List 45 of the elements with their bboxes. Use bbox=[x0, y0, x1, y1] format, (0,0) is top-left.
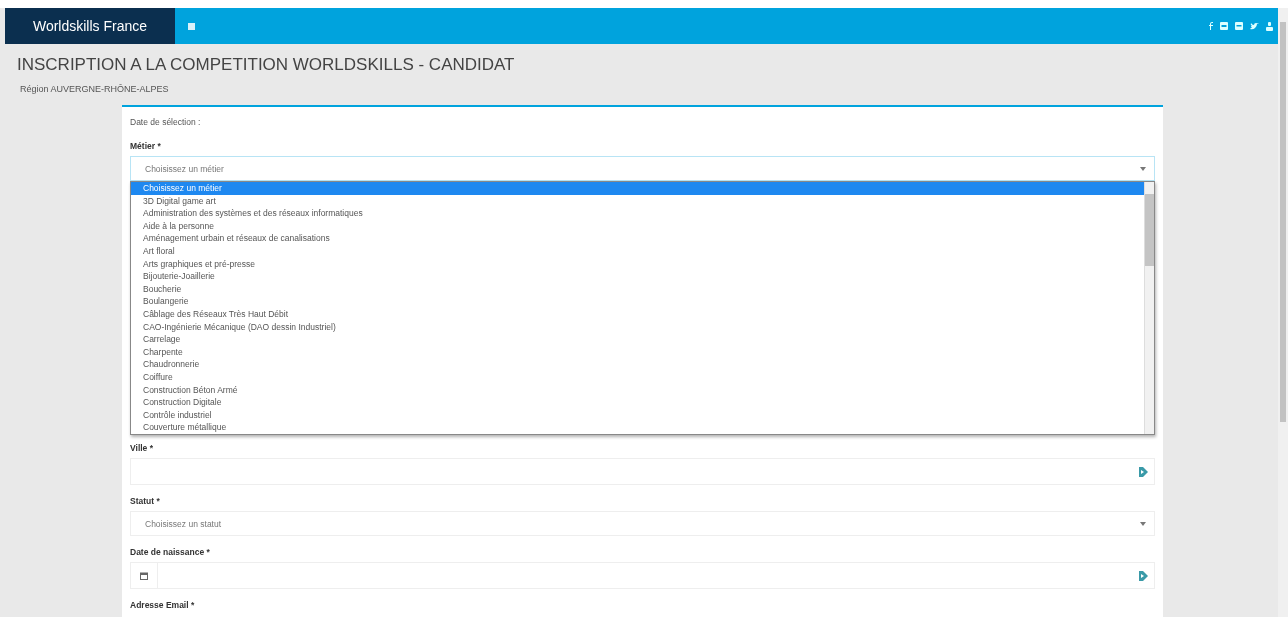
dropdown-option[interactable]: Construction Digitale bbox=[131, 396, 1144, 409]
dropdown-option[interactable]: CAO-Ingénierie Mécanique (DAO dessin Industriel) bbox=[131, 320, 1144, 334]
scrollbar[interactable] bbox=[1144, 182, 1154, 434]
menu-icon[interactable] bbox=[188, 22, 195, 30]
arrow-icon[interactable] bbox=[1139, 570, 1148, 581]
dropdown-option[interactable]: Bijouterie-Joaillerie bbox=[131, 270, 1144, 283]
caret-icon bbox=[1140, 521, 1146, 526]
square-icon[interactable] bbox=[1235, 22, 1243, 30]
select-field[interactable]: Choisissez un métier bbox=[130, 156, 1155, 181]
input-field[interactable] bbox=[130, 458, 1155, 485]
field-label: Adresse Email * bbox=[130, 599, 196, 612]
page-title: INSCRIPTION A LA COMPETITION WORLDSKILLS - CANDIDAT bbox=[16, 54, 516, 75]
dropdown-option[interactable]: 3D Digital game art bbox=[131, 194, 1144, 208]
date-field[interactable] bbox=[130, 562, 1155, 589]
dropdown-option[interactable]: Coiffure bbox=[131, 370, 1144, 384]
dropdown-option[interactable]: Administration des systèmes et des réseaux informatiques bbox=[131, 207, 1144, 220]
dropdown-option[interactable]: Contrôle industriel bbox=[131, 408, 1144, 422]
twitter-icon[interactable] bbox=[1250, 22, 1259, 30]
dropdown-option[interactable]: Arts graphiques et pré-presse bbox=[131, 257, 1144, 271]
dropdown-option[interactable]: Chaudronnerie bbox=[131, 358, 1144, 371]
dropdown-option[interactable]: Aide à la personne bbox=[131, 219, 1144, 233]
dropdown-option[interactable]: Art floral bbox=[131, 244, 1144, 258]
caret-icon bbox=[1140, 166, 1146, 171]
scrollbar[interactable] bbox=[1278, 8, 1288, 617]
brand-link[interactable]: Worldskills France bbox=[5, 8, 175, 44]
dropdown-option[interactable]: Aménagement urbain et réseaux de canalisations bbox=[131, 232, 1144, 245]
field-label: Date de naissance * bbox=[130, 546, 211, 559]
dropdown-option[interactable]: Boulangerie bbox=[131, 295, 1144, 308]
region-label: Région AUVERGNE-RHÔNE-ALPES bbox=[19, 83, 170, 96]
dropdown-option[interactable]: Boucherie bbox=[131, 282, 1144, 296]
field-label: Métier * bbox=[130, 140, 162, 153]
arrow-icon[interactable] bbox=[1139, 466, 1148, 477]
dropdown-option[interactable]: Carrelage bbox=[131, 333, 1144, 346]
dropdown-option[interactable]: Choisissez un métier bbox=[131, 182, 1144, 195]
calendar-icon[interactable] bbox=[140, 571, 148, 580]
dropdown-option[interactable]: Charpente bbox=[131, 345, 1144, 359]
dropdown-option[interactable]: Construction Béton Armé bbox=[131, 383, 1144, 397]
facebook-icon[interactable] bbox=[1209, 22, 1213, 30]
dropdown-option[interactable]: Câblage des Réseaux Très Haut Débit bbox=[131, 307, 1144, 321]
field-label: Ville * bbox=[130, 442, 154, 455]
square-icon[interactable] bbox=[1220, 22, 1228, 30]
field-label: Statut * bbox=[130, 495, 161, 508]
selection-date-label: Date de sélection : bbox=[130, 117, 202, 129]
dropdown-option[interactable]: Couverture métallique bbox=[131, 421, 1144, 434]
select-field[interactable]: Choisissez un statut bbox=[130, 511, 1155, 536]
